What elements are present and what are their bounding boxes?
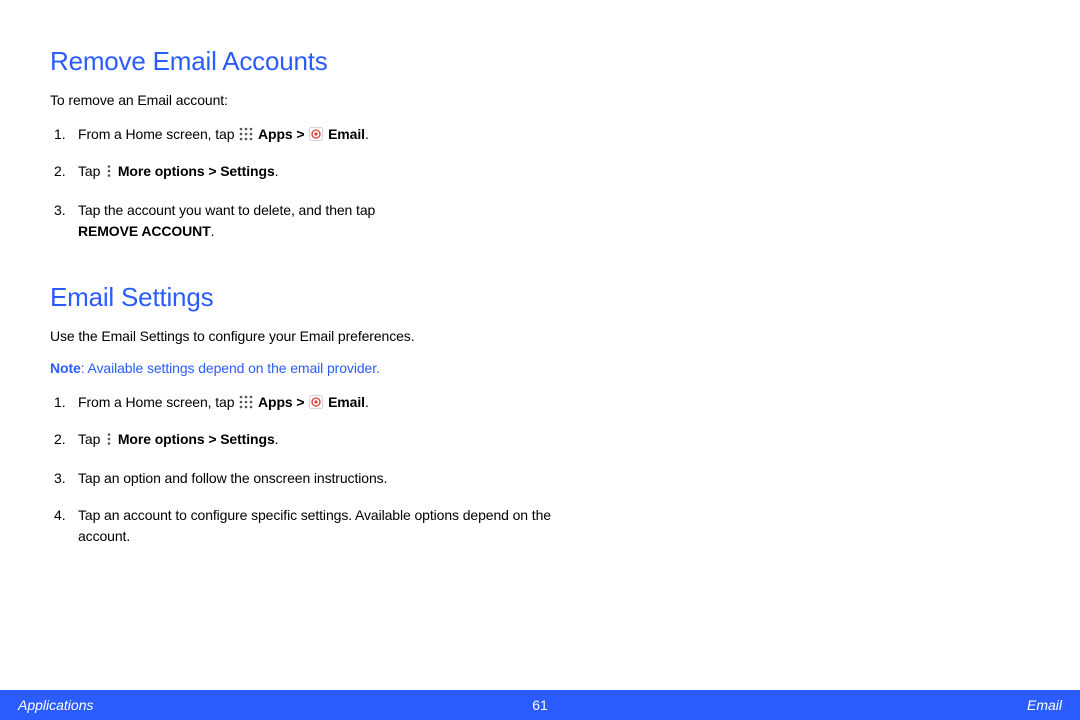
more-options-label: More options > Settings (118, 163, 275, 179)
email-at-icon (309, 126, 323, 140)
page-content: Remove Email Accounts To remove an Email… (0, 0, 1080, 720)
apps-label: Apps > (258, 126, 308, 142)
heading-remove-email: Remove Email Accounts (50, 46, 1030, 77)
more-options-icon (106, 165, 112, 181)
email-label: Email (324, 394, 365, 410)
email-label: Email (324, 126, 365, 142)
footer-left: Applications (18, 697, 94, 713)
step-3: Tap an option and follow the onscreen in… (50, 468, 570, 489)
step-text: From a Home screen, tap (78, 126, 238, 142)
email-at-icon (309, 394, 323, 408)
step-2: Tap More options > Settings. (50, 429, 570, 452)
step-2: Tap More options > Settings. (50, 161, 570, 184)
step-1: From a Home screen, tap Apps > Email. (50, 392, 570, 413)
more-options-icon (106, 433, 112, 449)
more-options-label: More options > Settings (118, 431, 275, 447)
period: . (365, 394, 369, 410)
note-text: : Available settings depend on the email… (81, 360, 380, 376)
steps-email-settings: From a Home screen, tap Apps > Email. Ta… (50, 392, 570, 547)
remove-account-label: REMOVE ACCOUNT (78, 223, 211, 239)
page-footer: Applications 61 Email (0, 690, 1080, 720)
heading-email-settings: Email Settings (50, 282, 1030, 313)
step-text: From a Home screen, tap (78, 394, 238, 410)
step-text: Tap (78, 431, 104, 447)
note-label: Note (50, 360, 81, 376)
steps-remove-email: From a Home screen, tap Apps > Email. Ta… (50, 124, 570, 242)
period: . (365, 126, 369, 142)
step-4: Tap an account to configure specific set… (50, 505, 570, 547)
apps-grid-icon (239, 394, 253, 408)
step-text: Tap the account you want to delete, and … (78, 202, 375, 218)
intro-email-settings: Use the Email Settings to configure your… (50, 327, 1030, 346)
footer-right: Email (1027, 697, 1062, 713)
step-1: From a Home screen, tap Apps > Email. (50, 124, 570, 145)
period: . (211, 223, 215, 239)
apps-label: Apps > (258, 394, 308, 410)
footer-page-number: 61 (532, 697, 548, 713)
intro-remove-email: To remove an Email account: (50, 91, 1030, 110)
period: . (275, 163, 279, 179)
period: . (275, 431, 279, 447)
apps-grid-icon (239, 126, 253, 140)
note-email-settings: Note: Available settings depend on the e… (50, 360, 1030, 376)
step-text: Tap (78, 163, 104, 179)
step-3: Tap the account you want to delete, and … (50, 200, 570, 242)
